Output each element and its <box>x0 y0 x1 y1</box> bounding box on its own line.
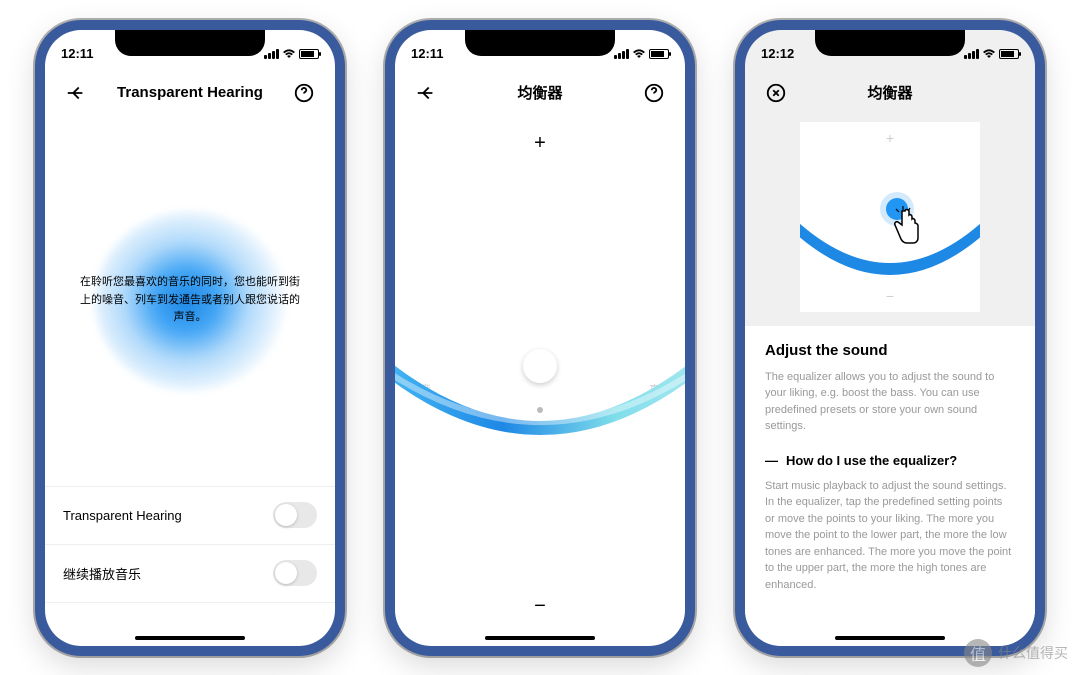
battery-icon <box>299 49 319 59</box>
phone-3: 12:12 均衡器 + − <box>735 20 1045 656</box>
wifi-icon <box>282 49 296 59</box>
tutorial-heading: Adjust the sound <box>765 342 1015 359</box>
hand-pointer-icon <box>890 205 926 249</box>
settings-list: Transparent Hearing 继续播放音乐 <box>45 486 335 603</box>
tutorial-body: The equalizer allows you to adjust the s… <box>765 369 1015 435</box>
signal-icon <box>264 49 279 59</box>
faq-heading: How do I use the equalizer? <box>786 453 957 468</box>
minus-icon: − <box>534 595 546 618</box>
status-time: 12:11 <box>411 46 444 61</box>
setting-continue-music[interactable]: 继续播放音乐 <box>45 545 335 603</box>
phone-1: 12:11 Transparent Hearing 在聆听您最喜欢的音乐的同时，… <box>35 20 345 656</box>
illustration-area: 在聆听您最喜欢的音乐的同时，您也能听到街上的噪音、列车到发通告或者别人跟您说话的… <box>45 116 335 486</box>
signal-icon <box>614 49 629 59</box>
status-time: 12:11 <box>61 46 94 61</box>
nav-bar: 均衡器 <box>395 70 685 116</box>
screen-1: 12:11 Transparent Hearing 在聆听您最喜欢的音乐的同时，… <box>45 30 335 646</box>
screen-3: 12:12 均衡器 + − <box>745 30 1035 646</box>
eq-center-dot <box>537 407 543 413</box>
setting-transparent-hearing[interactable]: Transparent Hearing <box>45 487 335 545</box>
eq-handle[interactable] <box>523 349 557 383</box>
close-button[interactable] <box>763 80 789 106</box>
watermark-text: 什么值得买 <box>998 643 1068 663</box>
wifi-icon <box>632 49 646 59</box>
battery-icon <box>649 49 669 59</box>
notch <box>115 30 265 56</box>
back-button[interactable] <box>413 80 439 106</box>
page-title: Transparent Hearing <box>89 84 291 101</box>
phone-2: 12:11 均衡器 + 低音 高音 <box>385 20 695 656</box>
nav-bar: Transparent Hearing <box>45 70 335 116</box>
watermark-badge: 值 <box>964 639 992 667</box>
page-title: 均衡器 <box>439 82 641 103</box>
home-indicator[interactable] <box>835 636 945 640</box>
help-button[interactable] <box>641 80 667 106</box>
equalizer-area[interactable]: + 低音 高音 − <box>395 116 685 646</box>
status-time: 12:12 <box>761 46 794 61</box>
status-icons <box>614 49 669 59</box>
watermark: 值 什么值得买 <box>964 639 1068 667</box>
screen-2: 12:11 均衡器 + 低音 高音 <box>395 30 685 646</box>
signal-icon <box>964 49 979 59</box>
collapse-icon: — <box>765 453 778 468</box>
plus-icon: + <box>534 132 546 155</box>
home-indicator[interactable] <box>135 636 245 640</box>
notch <box>465 30 615 56</box>
home-indicator[interactable] <box>485 636 595 640</box>
notch <box>815 30 965 56</box>
toggle-continue-music[interactable] <box>273 560 317 586</box>
description-text: 在聆听您最喜欢的音乐的同时，您也能听到街上的噪音、列车到发通告或者别人跟您说话的… <box>75 274 305 327</box>
setting-label: 继续播放音乐 <box>63 564 141 583</box>
tut-plus-icon: + <box>886 130 894 146</box>
status-icons <box>964 49 1019 59</box>
nav-bar: 均衡器 <box>745 70 1035 116</box>
setting-label: Transparent Hearing <box>63 508 182 523</box>
faq-toggle[interactable]: — How do I use the equalizer? <box>765 453 1015 468</box>
back-button[interactable] <box>63 80 89 106</box>
content-area: 在聆听您最喜欢的音乐的同时，您也能听到街上的噪音、列车到发通告或者别人跟您说话的… <box>45 116 335 646</box>
faq-body: Start music playback to adjust the sound… <box>765 478 1015 594</box>
toggle-transparent-hearing[interactable] <box>273 502 317 528</box>
help-button[interactable] <box>291 80 317 106</box>
tut-minus-icon: − <box>886 288 894 304</box>
wifi-icon <box>982 49 996 59</box>
tutorial-text-panel: Adjust the sound The equalizer allows yo… <box>745 326 1035 646</box>
tutorial-illustration: + − <box>800 122 980 312</box>
status-icons <box>264 49 319 59</box>
page-title: 均衡器 <box>789 82 991 103</box>
battery-icon <box>999 49 1019 59</box>
